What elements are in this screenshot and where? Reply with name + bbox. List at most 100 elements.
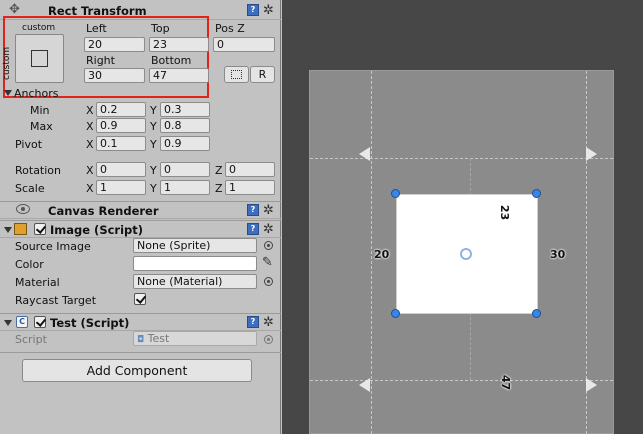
image-fold-icon[interactable]: [4, 227, 12, 233]
rotation-y-field[interactable]: 0: [160, 162, 210, 177]
axis-x-label: X: [86, 138, 94, 151]
right-offset-marker: 30: [550, 248, 566, 261]
raycast-target-checkbox[interactable]: [134, 293, 146, 305]
scale-x-field[interactable]: 1: [96, 180, 146, 195]
left-offset-marker: 20: [374, 248, 390, 261]
test-enabled-checkbox[interactable]: [34, 316, 46, 328]
material-label: Material: [15, 276, 60, 289]
anchor-max-label: Max: [30, 120, 53, 133]
anchor-preset-icon: [31, 50, 48, 67]
help-icon[interactable]: ?: [247, 4, 259, 16]
anchor-preset-side-label: custom: [2, 46, 12, 80]
color-label: Color: [15, 258, 44, 271]
blueprint-mode-button[interactable]: [224, 66, 249, 83]
add-component-button[interactable]: Add Component: [22, 359, 252, 382]
pivot-x-field[interactable]: 0.1: [96, 136, 146, 151]
anchors-fold-icon[interactable]: [4, 90, 12, 96]
color-field[interactable]: [133, 256, 257, 271]
anchor-min-label: Min: [30, 104, 50, 117]
left-field[interactable]: 20: [84, 37, 145, 52]
anchor-guide-top: [310, 158, 613, 159]
source-image-field[interactable]: None (Sprite): [133, 238, 257, 253]
anchor-guide-bottom: [310, 380, 613, 381]
script-field: ◘ Test: [133, 331, 257, 346]
inspector-panel: ✥ Rect Transform ? ✲ custom custom Left …: [0, 0, 281, 434]
anchor-preset-button[interactable]: [15, 34, 64, 83]
rotation-z-field[interactable]: 0: [225, 162, 275, 177]
top-label: Top: [151, 22, 170, 35]
bottom-field[interactable]: 47: [149, 68, 209, 83]
image-enabled-checkbox[interactable]: [34, 223, 46, 235]
eyedropper-icon[interactable]: ✎: [262, 255, 273, 270]
axis-x-label: X: [86, 104, 94, 117]
pivot-icon[interactable]: [460, 248, 472, 260]
canvas-renderer-title: Canvas Renderer: [48, 204, 159, 218]
rotation-x-field[interactable]: 0: [96, 162, 146, 177]
anchor-handle-bottom-left-icon[interactable]: [359, 378, 370, 392]
move-gizmo-icon: ✥: [9, 2, 20, 17]
gear-icon[interactable]: ✲: [263, 316, 274, 329]
axis-x-label: X: [86, 120, 94, 133]
bottom-offset-marker: 47: [499, 374, 513, 391]
anchor-handle-top-left-icon[interactable]: [359, 147, 370, 161]
scale-z-field[interactable]: 1: [225, 180, 275, 195]
axis-x-label: X: [86, 182, 94, 195]
axis-y-label: Y: [150, 182, 157, 195]
help-icon[interactable]: ?: [247, 204, 259, 216]
scale-label: Scale: [15, 182, 45, 195]
right-field[interactable]: 30: [84, 68, 145, 83]
anchor-min-y-field[interactable]: 0.3: [160, 102, 210, 117]
axis-y-label: Y: [150, 104, 157, 117]
resize-handle-top-right[interactable]: [532, 189, 541, 198]
right-label: Right: [86, 54, 115, 67]
pivot-label: Pivot: [15, 138, 43, 151]
anchors-label[interactable]: Anchors: [14, 87, 59, 100]
object-picker-icon[interactable]: [264, 241, 273, 250]
help-icon[interactable]: ?: [247, 223, 259, 235]
blueprint-icon: [231, 70, 242, 79]
test-fold-icon[interactable]: [4, 320, 12, 326]
rotation-label: Rotation: [15, 164, 62, 177]
anchor-handle-bottom-right-icon[interactable]: [586, 378, 597, 392]
scale-y-field[interactable]: 1: [160, 180, 210, 195]
axis-y-label: Y: [150, 164, 157, 177]
resize-handle-bottom-left[interactable]: [391, 309, 400, 318]
divider: [0, 352, 281, 353]
object-picker-icon[interactable]: [264, 277, 273, 286]
image-script-icon: [14, 223, 27, 235]
gear-icon[interactable]: ✲: [263, 4, 274, 17]
canvas-renderer-header[interactable]: Canvas Renderer ? ✲: [0, 201, 281, 219]
anchor-handle-top-right-icon[interactable]: [586, 147, 597, 161]
resize-handle-bottom-right[interactable]: [532, 309, 541, 318]
top-field[interactable]: 23: [149, 37, 209, 52]
material-field[interactable]: None (Material): [133, 274, 257, 289]
left-label: Left: [86, 22, 107, 35]
test-component-title: Test (Script): [50, 316, 130, 330]
image-component-title: Image (Script): [50, 223, 144, 237]
top-offset-marker: 23: [498, 204, 512, 221]
axis-y-label: Y: [150, 138, 157, 151]
anchor-guide-left: [371, 71, 372, 434]
posz-label: Pos Z: [215, 22, 245, 35]
anchor-min-x-field[interactable]: 0.2: [96, 102, 146, 117]
gear-icon[interactable]: ✲: [263, 204, 274, 217]
source-image-label: Source Image: [15, 240, 91, 253]
raw-edit-button[interactable]: R: [250, 66, 275, 83]
test-component-header[interactable]: C Test (Script) ? ✲: [0, 313, 281, 331]
anchor-max-x-field[interactable]: 0.9: [96, 118, 146, 133]
pivot-y-field[interactable]: 0.9: [160, 136, 210, 151]
scene-view[interactable]: 20 30 23 47: [282, 0, 643, 434]
csharp-script-icon: C: [16, 316, 28, 328]
image-component-header[interactable]: Image (Script) ? ✲: [0, 220, 281, 238]
anchor-max-y-field[interactable]: 0.8: [160, 118, 210, 133]
axis-x-label: X: [86, 164, 94, 177]
axis-y-label: Y: [150, 120, 157, 133]
posz-field[interactable]: 0: [213, 37, 275, 52]
axis-z-label: Z: [215, 164, 223, 177]
bottom-label: Bottom: [151, 54, 192, 67]
help-icon[interactable]: ?: [247, 316, 259, 328]
resize-handle-top-left[interactable]: [391, 189, 400, 198]
eye-icon: [16, 204, 30, 214]
script-field-value: Test: [147, 332, 170, 345]
gear-icon[interactable]: ✲: [263, 223, 274, 236]
